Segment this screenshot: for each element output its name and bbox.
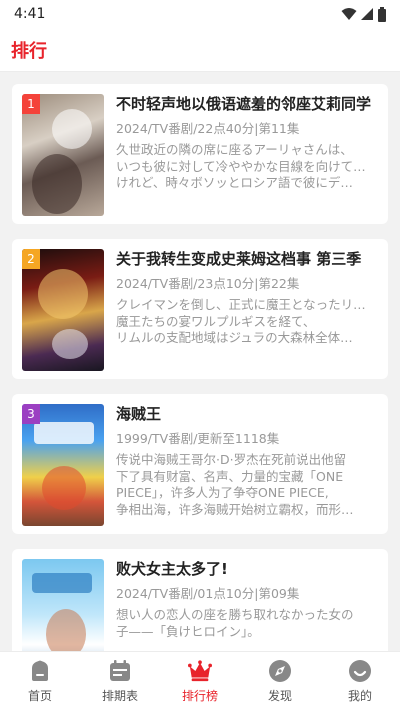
anime-info: 不时轻声地以俄语遮羞的邻座艾莉同学 2024/TV番剧/22点40分|第11集 … <box>116 94 378 214</box>
rank-badge: 2 <box>22 249 40 269</box>
nav-label: 排行榜 <box>181 689 218 703</box>
discover-icon <box>268 659 292 683</box>
nav-item-profile[interactable]: 我的 <box>320 652 400 711</box>
desc-line: 争相出海，许多海贼开始树立霸权，而形… <box>116 501 354 517</box>
nav-label: 我的 <box>347 689 372 703</box>
anime-cover[interactable]: 3 <box>22 404 104 526</box>
profile-icon <box>348 659 372 683</box>
desc-line: 久世政近の隣の席に座るアーリャさんは、 <box>116 142 353 157</box>
crown-icon <box>188 659 212 683</box>
desc-line: PIECE」，许多人为了争夺ONE PIECE, <box>116 485 329 500</box>
anime-meta: 2024/TV番剧/23点10分|第22集 <box>116 276 300 291</box>
app-header: 排行 <box>0 28 400 72</box>
anime-description: 想い人の恋人の座を勝ち取れなかった女の 子——「負けヒロイン」。 <box>116 607 378 640</box>
nav-label: 排期表 <box>101 689 138 703</box>
desc-line: 子——「負けヒロイン」。 <box>116 623 260 639</box>
anime-title: 不时轻声地以俄语遮羞的邻座艾莉同学 <box>116 95 372 113</box>
anime-info: 关于我转生变成史莱姆这档事 第三季 2024/TV番剧/23点10分|第22集 … <box>116 249 378 369</box>
desc-line: いつも彼に対して冷ややかな目線を向けている。 <box>116 158 378 174</box>
nav-item-schedule[interactable]: 排期表 <box>80 652 160 711</box>
status-icons <box>341 6 386 22</box>
anime-card[interactable]: 1 不时轻声地以俄语遮羞的邻座艾莉同学 2024/TV番剧/22点40分|第11… <box>12 84 388 224</box>
desc-line: 传说中海贼王哥尔·D·罗杰在死前说出他留 <box>116 452 347 467</box>
ranking-list[interactable]: 1 不时轻声地以俄语遮羞的邻座艾莉同学 2024/TV番剧/22点40分|第11… <box>12 84 388 704</box>
desc-line: けれど、時々ボソッとロシア語で彼にデ… <box>116 175 353 190</box>
nav-label: 发现 <box>267 689 292 703</box>
page-title: 排行 <box>11 40 47 62</box>
anime-title: 关于我转生变成史莱姆这档事 第三季 <box>116 250 362 268</box>
anime-title: 海贼王 <box>116 405 162 423</box>
anime-info: 海贼王 1999/TV番剧/更新至1118集 传说中海贼王哥尔·D·罗杰在死前说… <box>116 404 378 524</box>
status-bar: 4:41 <box>0 0 400 28</box>
anime-card[interactable]: 2 关于我转生变成史莱姆这档事 第三季 2024/TV番剧/23点10分|第22… <box>12 239 388 379</box>
anime-description: 传说中海贼王哥尔·D·罗杰在死前说出他留 下了具有财富、名声、力量的宝藏「ONE… <box>116 452 378 518</box>
schedule-icon <box>108 659 132 683</box>
anime-cover[interactable]: 1 <box>22 94 104 216</box>
anime-meta: 1999/TV番剧/更新至1118集 <box>116 431 280 446</box>
anime-description: クレイマンを倒し、正式に魔王となったリムル。 魔王たちの宴ワルプルギスを経て、 … <box>116 297 378 347</box>
rank-badge: 1 <box>22 94 40 114</box>
nav-item-discover[interactable]: 发现 <box>240 652 320 711</box>
home-icon <box>28 659 52 683</box>
desc-line: リムルの支配地域はジュラの大森林全体… <box>116 330 353 345</box>
anime-card[interactable]: 3 海贼王 1999/TV番剧/更新至1118集 传说中海贼王哥尔·D·罗杰在死… <box>12 394 388 534</box>
anime-meta: 2024/TV番剧/01点10分|第09集 <box>116 586 300 601</box>
status-time: 4:41 <box>14 6 46 22</box>
signal-icon <box>361 8 373 20</box>
battery-icon <box>378 6 386 22</box>
anime-cover[interactable]: 2 <box>22 249 104 371</box>
desc-line: 下了具有财富、名声、力量的宝藏「ONE <box>116 468 344 484</box>
desc-line: クレイマンを倒し、正式に魔王となったリムル。 <box>116 297 378 312</box>
nav-item-ranking[interactable]: 排行榜 <box>160 652 240 711</box>
anime-meta: 2024/TV番剧/22点40分|第11集 <box>116 121 300 136</box>
bottom-nav: 首页 排期表 排行榜 发现 我的 <box>0 651 400 711</box>
nav-item-home[interactable]: 首页 <box>0 652 80 711</box>
anime-title: 败犬女主太多了! <box>116 560 228 578</box>
desc-line: 想い人の恋人の座を勝ち取れなかった女の <box>116 607 354 622</box>
anime-description: 久世政近の隣の席に座るアーリャさんは、 いつも彼に対して冷ややかな目線を向けてい… <box>116 142 378 192</box>
desc-line: 魔王たちの宴ワルプルギスを経て、 <box>116 313 316 329</box>
rank-badge: 3 <box>22 404 40 424</box>
wifi-icon <box>341 8 357 20</box>
nav-label: 首页 <box>27 689 52 703</box>
